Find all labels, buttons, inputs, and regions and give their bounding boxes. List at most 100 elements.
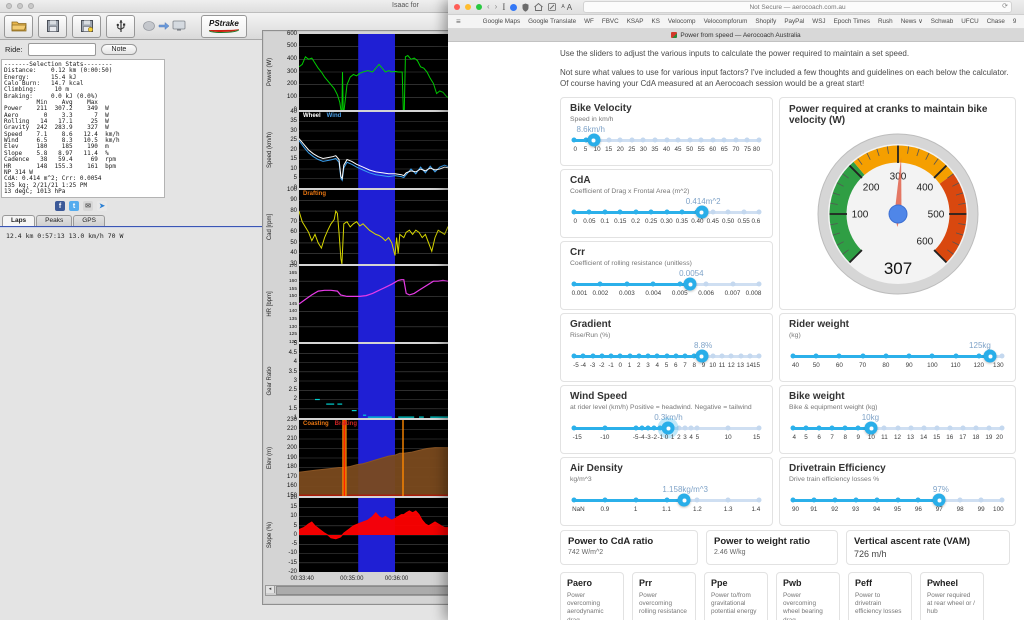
back-button[interactable]: ‹ [487,3,490,11]
facebook-icon[interactable]: f [55,201,65,211]
bookmark-item[interactable]: Velocomp [668,18,696,25]
slider-tick-label: -1 [608,362,614,369]
slider-track[interactable] [574,427,759,430]
slider-tick-label: 15 [605,146,612,153]
chart-plot-area[interactable] [299,34,459,110]
panel-wind-speed: Wind Speedat rider level (km/h) Positive… [560,385,773,454]
app-titlebar: Isaac for [0,0,456,13]
chart-plot-area[interactable] [299,498,459,572]
slider-tick-dot [757,282,762,287]
reload-icon[interactable]: ⟳ [1002,2,1008,10]
open-file-button[interactable] [4,15,33,38]
bookmark-item[interactable]: Chase [987,18,1005,25]
bookmark-item[interactable]: News ∨ [901,18,923,25]
note-button[interactable]: Note [101,44,138,55]
bookmark-item[interactable]: WF [584,18,594,25]
slider-tick-label: 9 [857,434,861,441]
slider-tick-label: 0.007 [725,290,741,297]
slider-track[interactable] [574,211,759,214]
slider-tick-label: 15 [933,434,940,441]
reader-icon[interactable]: I [502,2,505,12]
download-to-computer-group[interactable] [140,20,188,32]
ride-input[interactable] [28,43,96,56]
forward-button[interactable]: › [495,3,498,11]
scroll-left-arrow-icon[interactable]: ◂ [266,586,275,593]
active-tab[interactable]: Power from speed — Aerocoach Australia [680,32,800,39]
markup-pencil-icon[interactable] [548,3,556,11]
slider-tick-label: 15 [753,362,760,369]
slider-tick-label: 94 [873,506,880,513]
bookmark-item[interactable]: Schwab [931,18,953,25]
chart-plot-area[interactable] [299,420,459,496]
slider-track[interactable] [574,139,759,142]
chart-ytick: 130 [289,324,297,331]
text-larger-button[interactable]: A [567,3,572,12]
slider-track[interactable] [574,283,759,286]
save-button[interactable] [38,15,67,38]
bookmark-item[interactable]: Rush [878,18,893,25]
minimize-button[interactable] [465,4,471,10]
slider-track[interactable] [574,355,759,358]
scrollbar-thumb[interactable] [276,586,449,595]
chart-ytick: 40 [290,109,297,116]
bookmark-item[interactable]: PayPal [784,18,804,25]
extension-blue-circle-icon[interactable] [510,4,517,11]
home-icon[interactable] [534,3,543,11]
chart-ytick-labels: 11.522.533.544.55 [274,344,298,418]
address-bar[interactable]: Not Secure — aerocoach.com.au ⟳ [583,1,1012,13]
twitter-icon[interactable]: t [69,201,79,211]
bookmark-item[interactable]: FBVC [602,18,619,25]
window-close-button[interactable] [6,3,12,9]
text-size-buttons[interactable]: A A [561,3,572,12]
chart-ytick: 3.5 [289,369,297,376]
folder-icon [11,20,27,32]
bookmark-item[interactable]: 9to5 [1013,18,1016,25]
app-tab-laps[interactable]: Laps [2,215,35,226]
slider-tick-label: 1.1 [662,506,671,513]
chart-plot-area[interactable] [299,112,459,188]
window-minimize-button[interactable] [17,3,23,9]
save-as-button[interactable] [72,15,101,38]
slider-track[interactable] [793,355,1002,358]
chart-plot-area[interactable] [299,190,459,264]
slider-track[interactable] [574,499,759,502]
slider-track[interactable] [793,499,1002,502]
browser-share-icon[interactable]: ➤ [97,201,107,211]
chart-plot-area[interactable] [299,266,459,342]
text-smaller-button[interactable]: A [561,4,564,10]
close-button[interactable] [454,4,460,10]
bookmark-item[interactable]: Google Maps [483,18,520,25]
app-tab-peaks[interactable]: Peaks [36,215,72,226]
bookmark-item[interactable]: KS [652,18,660,25]
bookmark-item[interactable]: WSJ [812,18,825,25]
device-connect-button[interactable] [106,15,135,38]
bookmark-item[interactable]: Velocompforum [704,18,748,25]
metric-card: Vertical ascent rate (VAM)726 m/h [846,530,1010,565]
app-logo-button[interactable]: PStrake [201,15,247,38]
bookmark-item[interactable]: UFCU [961,18,979,25]
bookmark-item[interactable]: Shopify [755,18,776,25]
mail-icon[interactable]: ✉ [83,201,93,211]
bookmark-item[interactable]: Epoch Times [834,18,870,25]
bookmarks-menu-icon[interactable]: ≡ [456,17,461,26]
slider-tick-label: -2 [599,362,605,369]
shield-icon[interactable] [522,3,529,12]
chart-scrollbar[interactable]: ◂ [265,585,458,596]
slider-tick-dot [664,354,669,359]
maximize-button[interactable] [476,4,482,10]
slider-value-label: 0.0054 [679,269,703,278]
slider-tick-label: 80 [882,362,889,369]
slider-track[interactable] [793,427,1002,430]
app-tab-gps[interactable]: GPS [73,215,105,226]
slider-tick-dot [947,426,952,431]
slider-tick-label: 13 [737,362,744,369]
chart-plot-area[interactable] [299,344,459,418]
slider-tick-dot [639,426,644,431]
window-zoom-button[interactable] [28,3,34,9]
slider-tick-dot [602,210,607,215]
bookmark-item[interactable]: KSAP [627,18,644,25]
slider-tick-label: 0.40 [691,218,703,225]
slider-tick-label: 0.9 [600,506,609,513]
bookmark-item[interactable]: Google Translate [528,18,576,25]
legend-item: Wheel [303,113,321,119]
